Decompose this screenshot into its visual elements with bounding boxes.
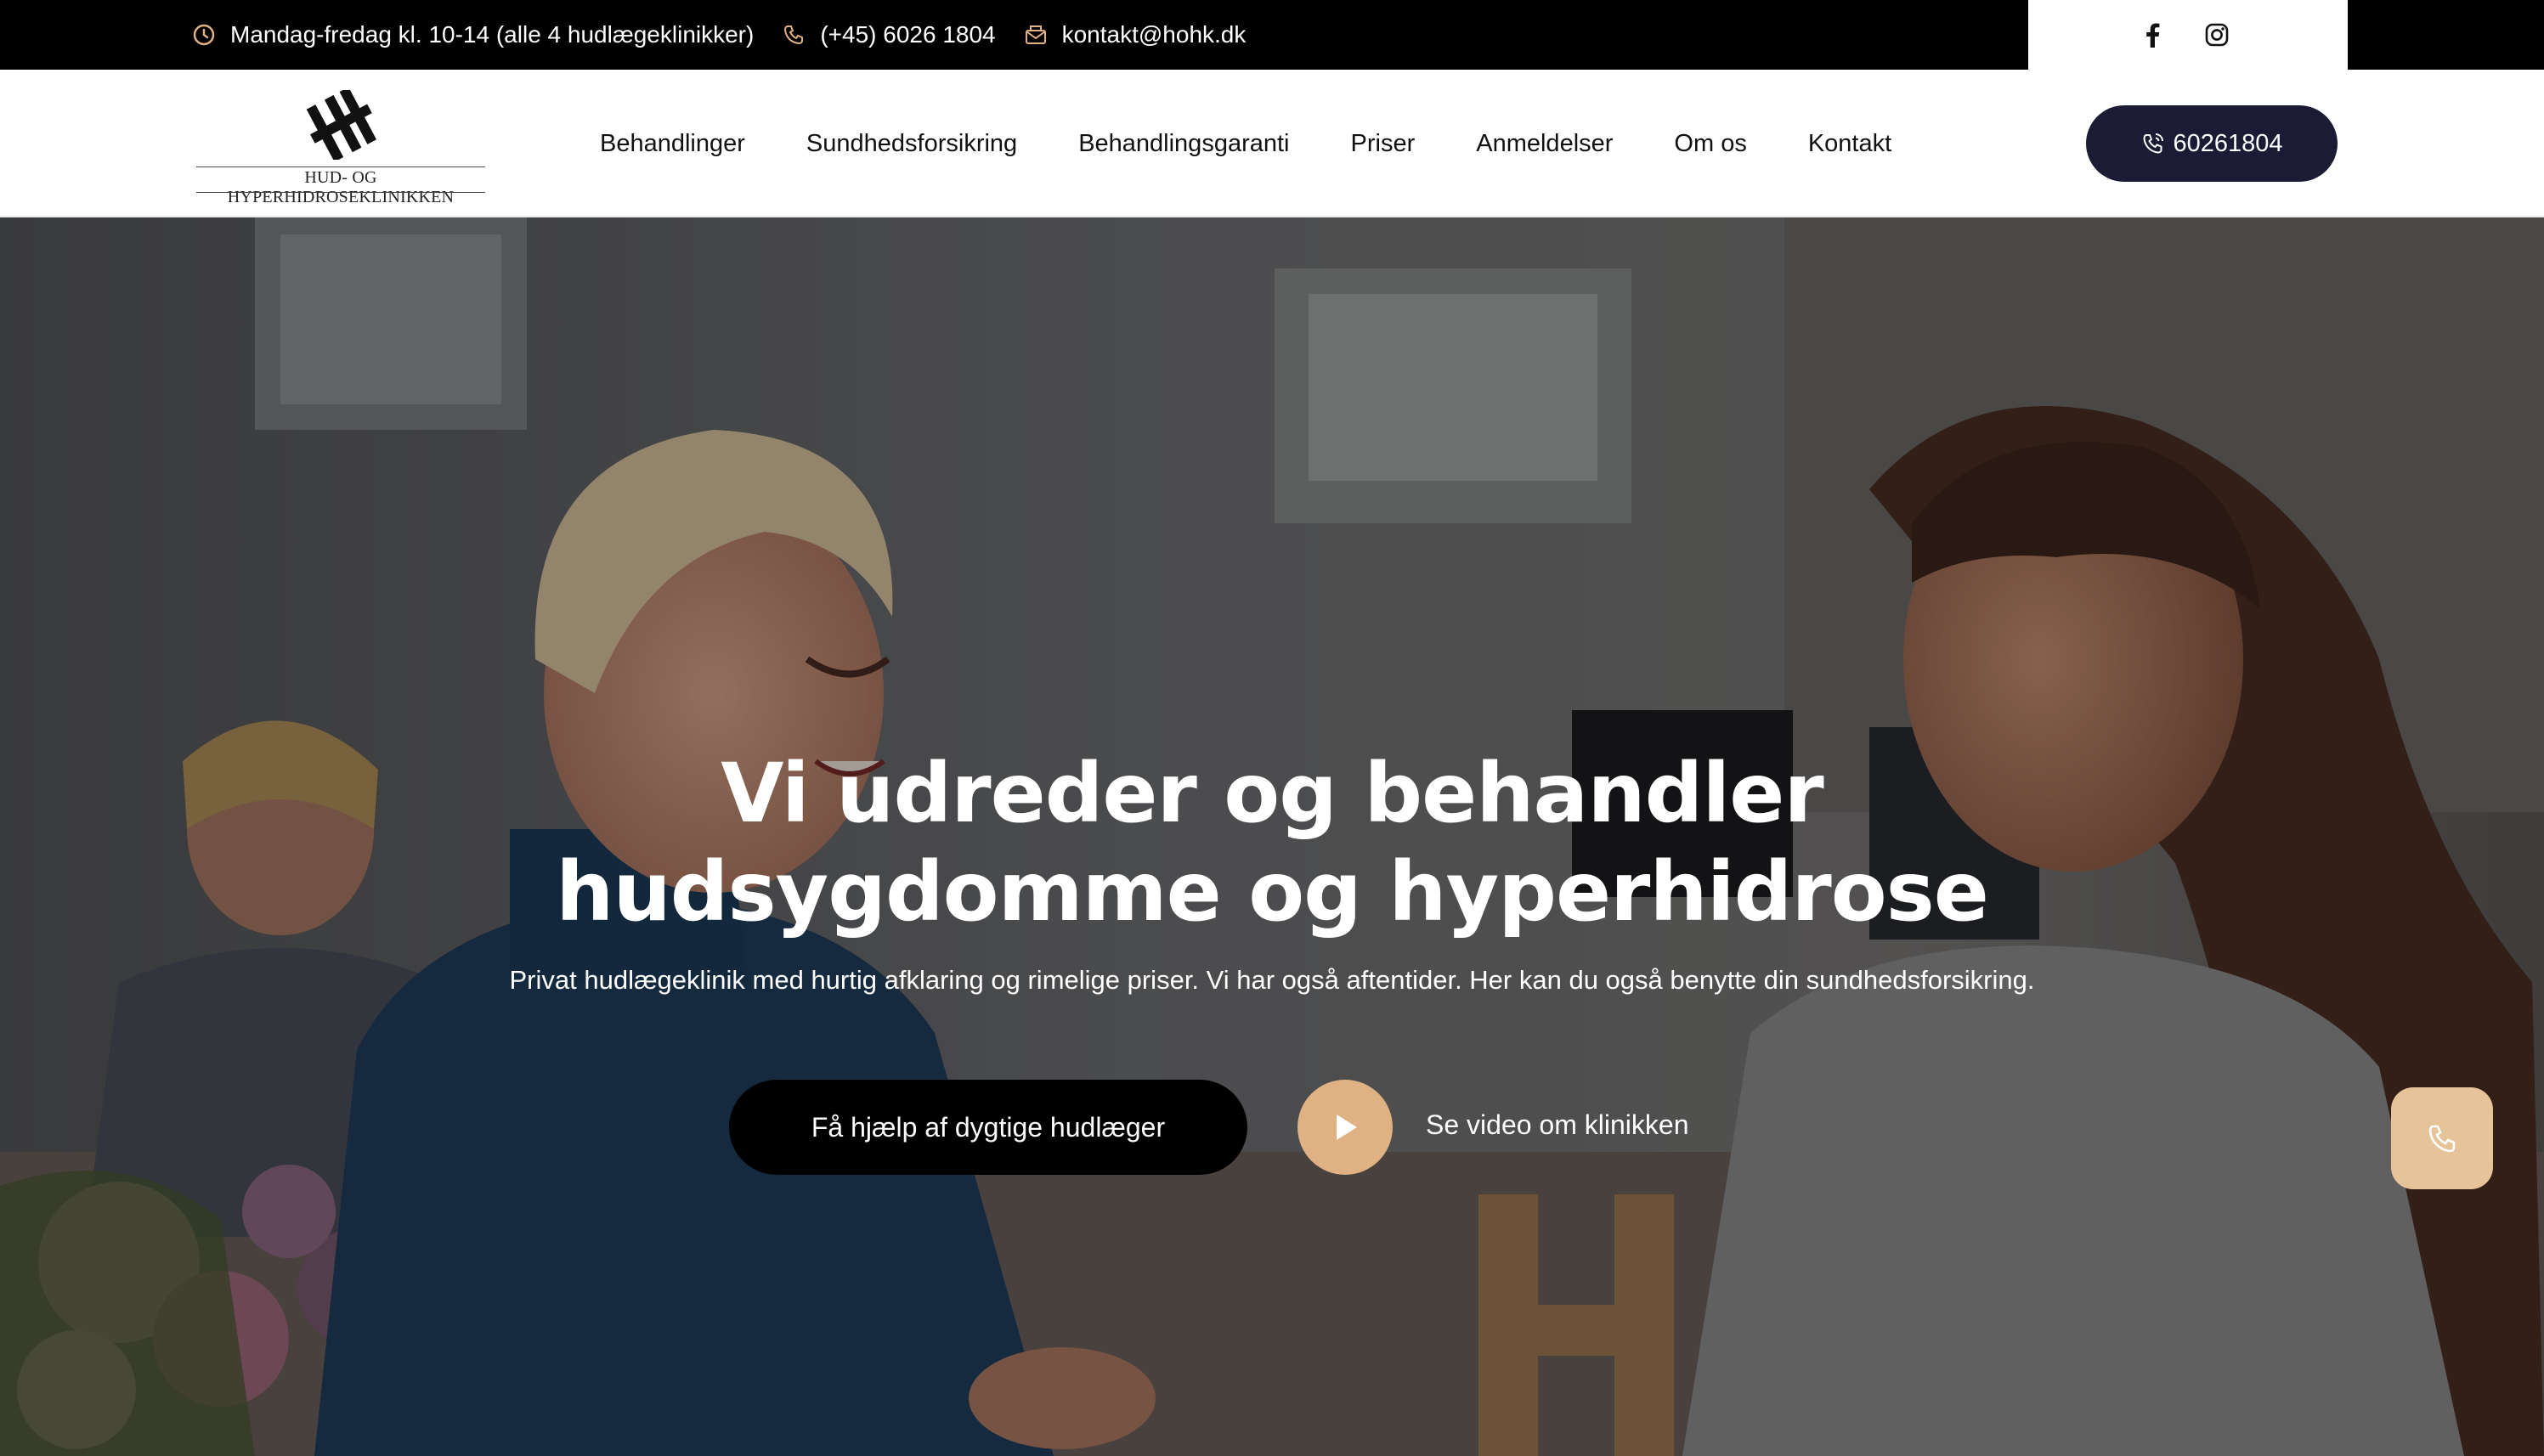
- nav-anmeldelser[interactable]: Anmeldelser: [1476, 130, 1613, 158]
- nav-kontakt[interactable]: Kontakt: [1808, 130, 1891, 158]
- top-bar: Mandag-fredag kl. 10-14 (alle 4 hudlægek…: [0, 0, 2544, 70]
- envelope-icon: [1023, 22, 1049, 48]
- logo-mark-icon: [306, 90, 377, 160]
- phone-icon: [781, 22, 806, 48]
- topbar-email-text[interactable]: kontakt@hohk.dk: [1062, 21, 1247, 48]
- phone-icon: [2428, 1125, 2456, 1153]
- nav-sundhedsforsikring[interactable]: Sundhedsforsikring: [806, 130, 1017, 158]
- play-video-button[interactable]: [1297, 1080, 1393, 1175]
- contact-info: Mandag-fredag kl. 10-14 (alle 4 hudlægek…: [191, 0, 1273, 70]
- hero-subtitle: Privat hudlægeklinik med hurtig afklarin…: [509, 965, 2035, 995]
- opening-hours: Mandag-fredag kl. 10-14 (alle 4 hudlægek…: [191, 21, 754, 48]
- facebook-icon[interactable]: [2135, 18, 2169, 52]
- hero-title: Vi udreder og behandler hudsygdomme og h…: [0, 744, 2544, 941]
- topbar-phone[interactable]: (+45) 6026 1804: [781, 21, 996, 48]
- instagram-icon[interactable]: [2200, 18, 2234, 52]
- clock-icon: [191, 22, 217, 48]
- phone-ring-icon: [2140, 131, 2166, 156]
- logo-text: HUD- OG HYPERHIDROSEKLINIKKEN: [227, 168, 455, 206]
- topbar-email[interactable]: kontakt@hohk.dk: [1023, 21, 1247, 48]
- opening-hours-text: Mandag-fredag kl. 10-14 (alle 4 hudlægek…: [230, 21, 755, 48]
- video-link[interactable]: Se video om klinikken: [1426, 1109, 1688, 1141]
- call-button[interactable]: 60261804: [2086, 105, 2338, 182]
- site-header: HUD- OG HYPERHIDROSEKLINIKKEN Behandling…: [0, 70, 2544, 217]
- hero-title-line-2: hudsygdomme og hyperhidrose: [556, 844, 1989, 940]
- social-links: [2028, 0, 2348, 70]
- call-button-label: 60261804: [2173, 129, 2283, 157]
- logo-rule-top: [196, 166, 485, 167]
- nav-behandlingsgaranti[interactable]: Behandlingsgaranti: [1078, 130, 1289, 158]
- hero-section: Vi udreder og behandler hudsygdomme og h…: [0, 217, 2544, 1456]
- floating-call-button[interactable]: [2391, 1087, 2493, 1189]
- play-icon: [1337, 1115, 1357, 1140]
- logo[interactable]: HUD- OG HYPERHIDROSEKLINIKKEN: [196, 90, 485, 206]
- topbar-phone-text[interactable]: (+45) 6026 1804: [820, 21, 995, 48]
- nav-priser[interactable]: Priser: [1351, 130, 1416, 158]
- hero-title-line-1: Vi udreder og behandler: [721, 746, 1824, 841]
- nav-behandlinger[interactable]: Behandlinger: [600, 130, 745, 158]
- main-nav: Behandlinger Sundhedsforsikring Behandli…: [600, 70, 1953, 217]
- logo-rule-bottom: [196, 192, 485, 193]
- nav-om-os[interactable]: Om os: [1674, 130, 1746, 158]
- cta-button[interactable]: Få hjælp af dygtige hudlæger: [729, 1080, 1247, 1175]
